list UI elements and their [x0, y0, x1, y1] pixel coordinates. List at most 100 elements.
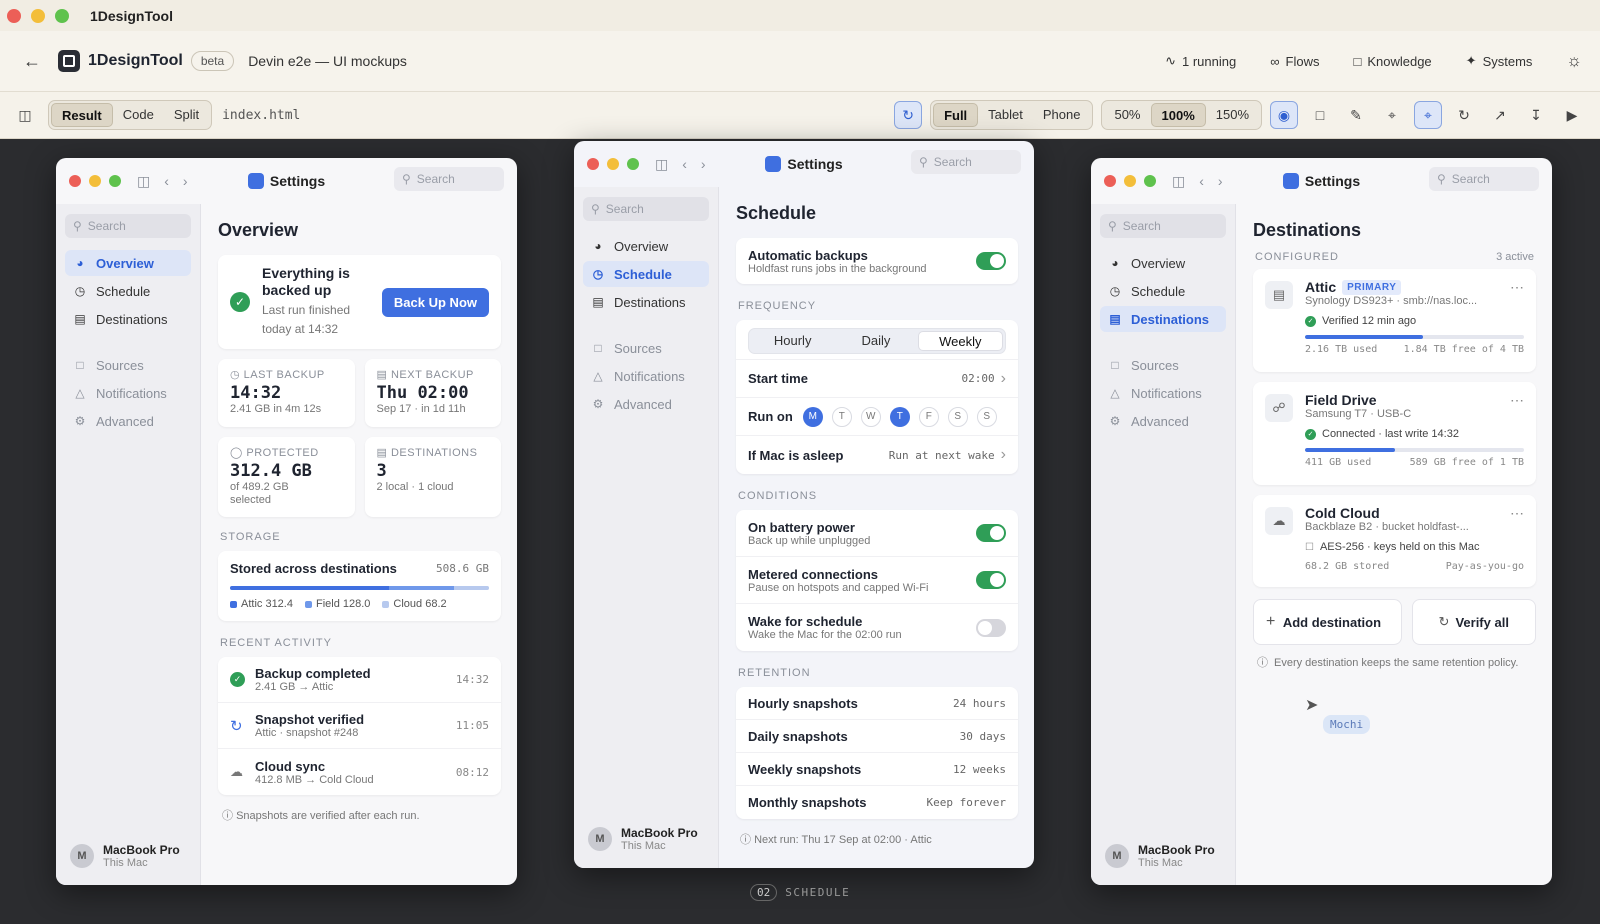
retention-row[interactable]: Hourly snapshots 24 hours [736, 687, 1018, 720]
running-indicator[interactable]: ∿ 1 running [1165, 53, 1236, 69]
view-split[interactable]: Split [164, 103, 209, 127]
sidebar-item-overview[interactable]: ◕ Overview [65, 250, 191, 276]
sidebar-item-notifications[interactable]: △ Notifications [65, 380, 191, 406]
metered-toggle[interactable] [976, 571, 1006, 589]
back-up-now-button[interactable]: Back Up Now [381, 287, 489, 317]
arrow-left-icon[interactable]: ← [22, 51, 42, 71]
comment-icon[interactable]: □ [1306, 101, 1334, 129]
sidebar-item-overview[interactable]: ◕ Overview [1100, 250, 1226, 276]
view-code[interactable]: Code [113, 103, 164, 127]
list-item[interactable]: ☁ Cloud sync 412.8 MB → Cold Cloud 08:12 [218, 749, 501, 795]
list-item[interactable]: ✓ Backup completed 2.41 GB → Attic 14:32 [218, 657, 501, 703]
zoom-button[interactable] [55, 8, 69, 23]
device-footer[interactable]: M MacBook Pro This Mac [1105, 843, 1215, 869]
day-pill[interactable]: S [947, 406, 968, 427]
chevron-right-icon[interactable]: › [701, 156, 706, 173]
view-result[interactable]: Result [51, 103, 113, 127]
sidebar-item-schedule[interactable]: ◷ Schedule [1100, 278, 1226, 304]
pencil-icon[interactable]: ✎ [1342, 101, 1370, 129]
sidebar-search[interactable]: ⚲ Search [1100, 214, 1226, 238]
device-tablet[interactable]: Tablet [978, 103, 1033, 127]
freq-hourly[interactable]: Hourly [751, 331, 834, 351]
add-destination-button[interactable]: + Add destination [1253, 599, 1402, 645]
device-footer[interactable]: M MacBook Pro This Mac [70, 843, 180, 869]
day-pill[interactable]: M [802, 406, 823, 427]
sidebar-item-destinations[interactable]: ▤ Destinations [1100, 306, 1226, 332]
window-search[interactable]: ⚲ Search [911, 150, 1021, 174]
freq-daily[interactable]: Daily [834, 331, 917, 351]
zoom-150[interactable]: 150% [1206, 103, 1259, 127]
wake-toggle[interactable] [976, 618, 1006, 637]
window-search[interactable]: ⚲ Search [1429, 167, 1539, 191]
start-time-row[interactable]: Start time 02:00 › [736, 360, 1018, 398]
day-pill[interactable]: T [889, 406, 910, 427]
sidebar-item-destinations[interactable]: ▤ Destinations [583, 289, 709, 315]
sidebar-item-notifications[interactable]: △ Notifications [583, 363, 709, 389]
if-asleep-row[interactable]: If Mac is asleep Run at next wake › [736, 436, 1018, 474]
sidebar-item-advanced[interactable]: ⚙ Advanced [65, 408, 191, 434]
sidebar-icon[interactable]: ◫ [1172, 173, 1185, 190]
close-button[interactable] [7, 8, 21, 23]
close-button[interactable] [587, 158, 599, 170]
retention-row[interactable]: Daily snapshots 30 days [736, 720, 1018, 753]
destination-card-attic[interactable]: ▤ Attic PRIMARY Synology DS923+ · smb://n… [1253, 269, 1536, 372]
target-icon[interactable]: ⌖ [1378, 101, 1406, 129]
sidebar-item-notifications[interactable]: △ Notifications [1100, 380, 1226, 406]
zoom-button[interactable] [109, 175, 121, 187]
crosshair-icon[interactable]: ⌖ [1414, 101, 1442, 129]
knowledge-link[interactable]: □ Knowledge [1353, 54, 1431, 69]
more-icon[interactable]: ⋯ [1510, 279, 1524, 296]
zoom-100[interactable]: 100% [1150, 103, 1206, 127]
project-name[interactable]: Devin e2e — UI mockups [248, 53, 407, 69]
sidebar-item-overview[interactable]: ◕ Overview [583, 233, 709, 259]
day-pill[interactable]: W [860, 406, 881, 427]
verify-all-button[interactable]: ↻ Verify all [1411, 599, 1536, 645]
chevron-right-icon[interactable]: › [1218, 173, 1223, 190]
list-item[interactable]: ↻ Snapshot verified Attic · snapshot #248… [218, 703, 501, 749]
chevron-left-icon[interactable]: ‹ [164, 173, 169, 190]
flows-link[interactable]: ∞ Flows [1270, 54, 1319, 69]
more-icon[interactable]: ⋯ [1510, 392, 1524, 409]
minimize-button[interactable] [31, 8, 45, 23]
sidebar-toggle-icon[interactable]: ◫ [11, 101, 39, 129]
retention-row[interactable]: Monthly snapshots Keep forever [736, 786, 1018, 819]
sidebar-search[interactable]: ⚲ Search [65, 214, 191, 238]
device-footer[interactable]: M MacBook Pro This Mac [588, 826, 698, 852]
play-icon[interactable]: ▶ [1558, 101, 1586, 129]
download-icon[interactable]: ↧ [1522, 101, 1550, 129]
destination-card-field-drive[interactable]: ☍ Field Drive Samsung T7 · USB-C ✓ Connec… [1253, 382, 1536, 485]
sidebar-item-sources[interactable]: □ Sources [583, 335, 709, 361]
day-pill[interactable]: F [918, 406, 939, 427]
retention-row[interactable]: Weekly snapshots 12 weeks [736, 753, 1018, 786]
destination-card-cold-cloud[interactable]: ☁ Cold Cloud Backblaze B2 · bucket holdf… [1253, 495, 1536, 587]
more-icon[interactable]: ⋯ [1510, 505, 1524, 522]
window-search[interactable]: ⚲ Search [394, 167, 504, 191]
sidebar-item-sources[interactable]: □ Sources [65, 352, 191, 378]
close-button[interactable] [69, 175, 81, 187]
theme-toggle[interactable]: ☼ [1566, 51, 1582, 71]
sidebar-item-schedule[interactable]: ◷ Schedule [65, 278, 191, 304]
day-pill[interactable]: T [831, 406, 852, 427]
chevron-left-icon[interactable]: ‹ [682, 156, 687, 173]
sidebar-item-advanced[interactable]: ⚙ Advanced [1100, 408, 1226, 434]
chevron-left-icon[interactable]: ‹ [1199, 173, 1204, 190]
sidebar-item-destinations[interactable]: ▤ Destinations [65, 306, 191, 332]
sidebar-search[interactable]: ⚲ Search [583, 197, 709, 221]
automatic-backups-toggle[interactable] [976, 252, 1006, 270]
reload-icon[interactable]: ↻ [1450, 101, 1478, 129]
external-link-icon[interactable]: ↗ [1486, 101, 1514, 129]
minimize-button[interactable] [89, 175, 101, 187]
device-full[interactable]: Full [933, 103, 979, 127]
zoom-50[interactable]: 50% [1104, 103, 1150, 127]
sidebar-icon[interactable]: ◫ [655, 156, 668, 173]
minimize-button[interactable] [607, 158, 619, 170]
minimize-button[interactable] [1124, 175, 1136, 187]
zoom-button[interactable] [1144, 175, 1156, 187]
freq-weekly[interactable]: Weekly [917, 331, 1003, 351]
day-pill[interactable]: S [976, 406, 997, 427]
device-phone[interactable]: Phone [1033, 103, 1091, 127]
close-button[interactable] [1104, 175, 1116, 187]
eye-icon[interactable]: ◉ [1270, 101, 1298, 129]
sidebar-item-advanced[interactable]: ⚙ Advanced [583, 391, 709, 417]
chevron-right-icon[interactable]: › [183, 173, 188, 190]
